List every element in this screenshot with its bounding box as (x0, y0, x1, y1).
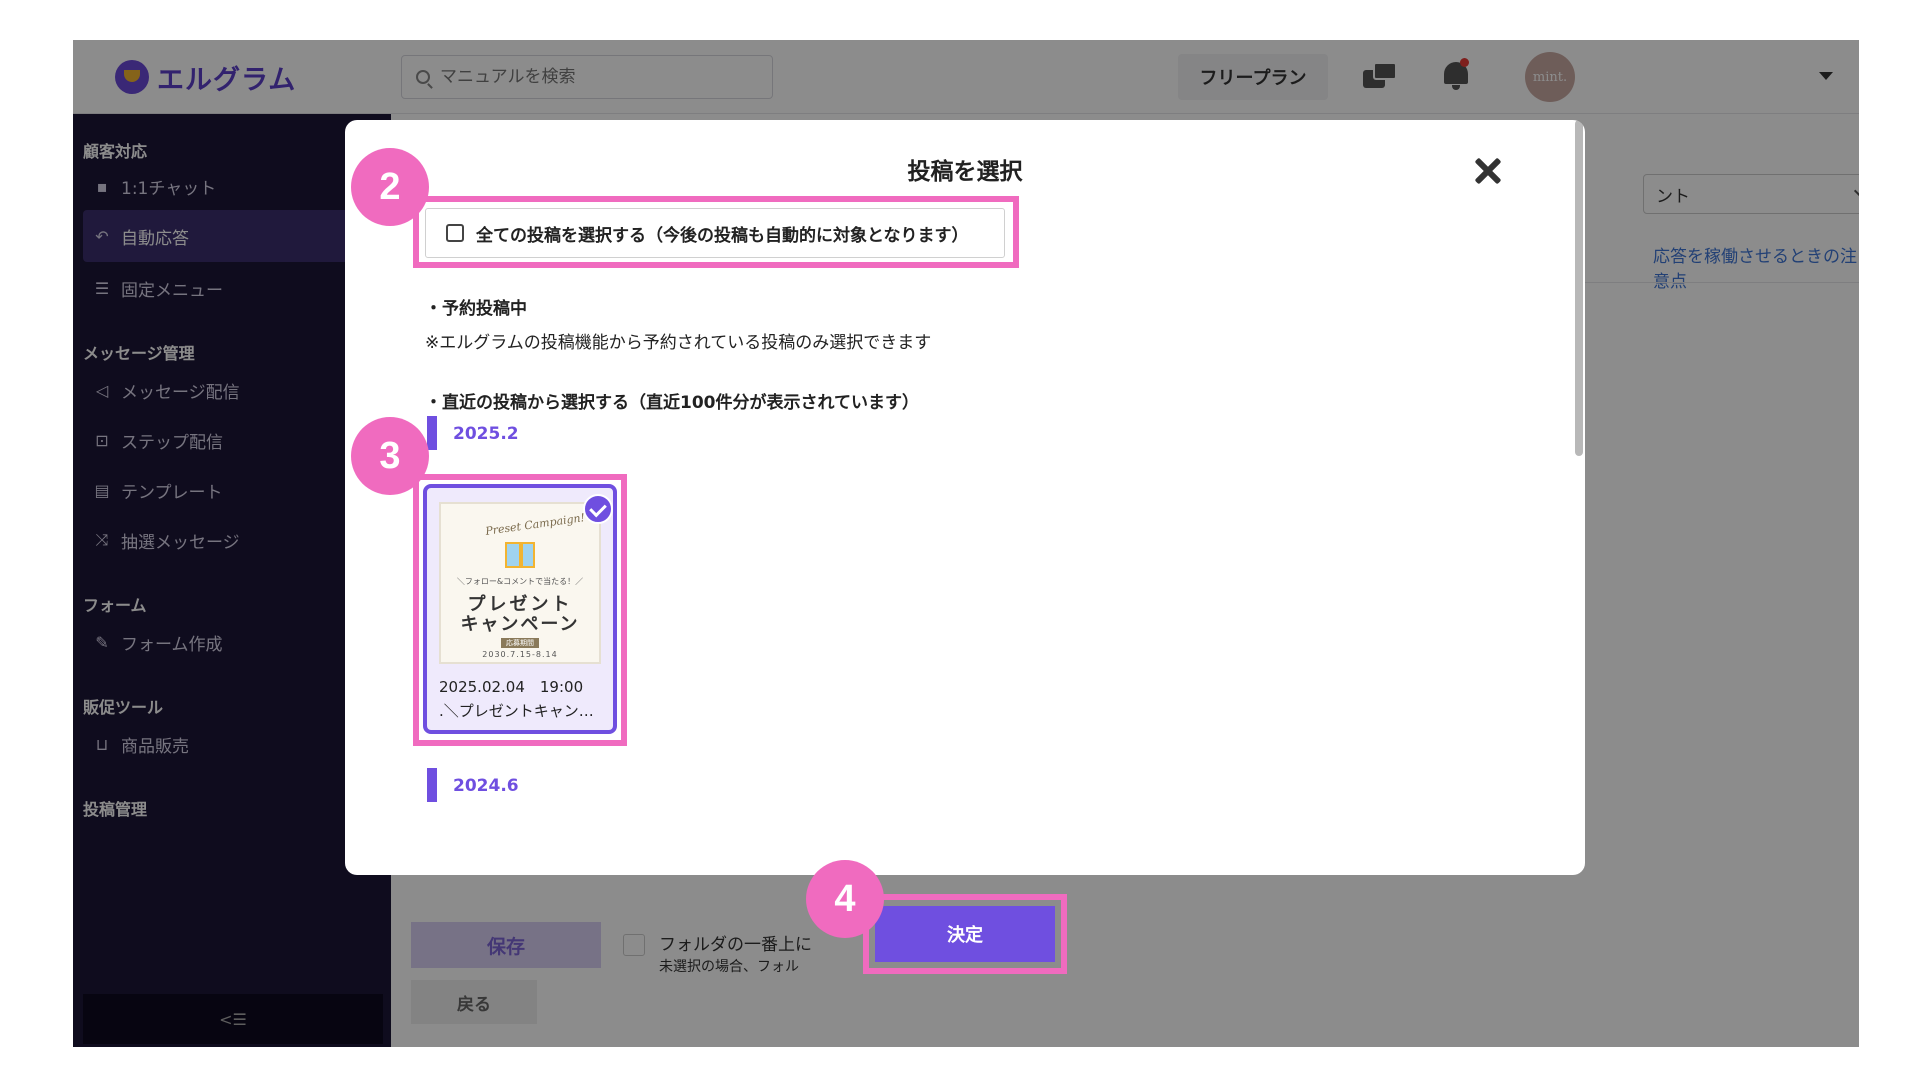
select-post-modal: 投稿を選択 全ての投稿を選択する（今後の投稿も自動的に対象となります） ・予約投… (345, 120, 1585, 875)
step-badge-2: 2 (351, 148, 429, 226)
scheduled-posts-note: ※エルグラムの投稿機能から予約されている投稿のみ選択できます (425, 333, 932, 353)
modal-scrollbar[interactable] (1575, 120, 1583, 456)
highlight-box-step-4 (863, 894, 1067, 974)
recent-posts-heading: ・直近の投稿から選択する（直近100件分が表示されています） (425, 393, 919, 413)
month-marker (427, 416, 437, 450)
month-label: 2025.2 (453, 424, 519, 444)
highlight-box-step-3 (413, 474, 627, 746)
scheduled-posts-heading: ・予約投稿中 (425, 299, 527, 319)
step-badge-3: 3 (351, 417, 429, 495)
highlight-box-step-2 (413, 196, 1019, 268)
step-badge-4: 4 (806, 860, 884, 938)
month-marker (427, 768, 437, 802)
app-window: エルグラム フリープラン mint. 顧客対応 ▪ 1:1チャット ↶ 自動応答… (73, 40, 1859, 1047)
modal-title: 投稿を選択 (907, 159, 1023, 185)
close-icon[interactable] (1473, 156, 1503, 186)
month-label: 2024.6 (453, 776, 519, 796)
